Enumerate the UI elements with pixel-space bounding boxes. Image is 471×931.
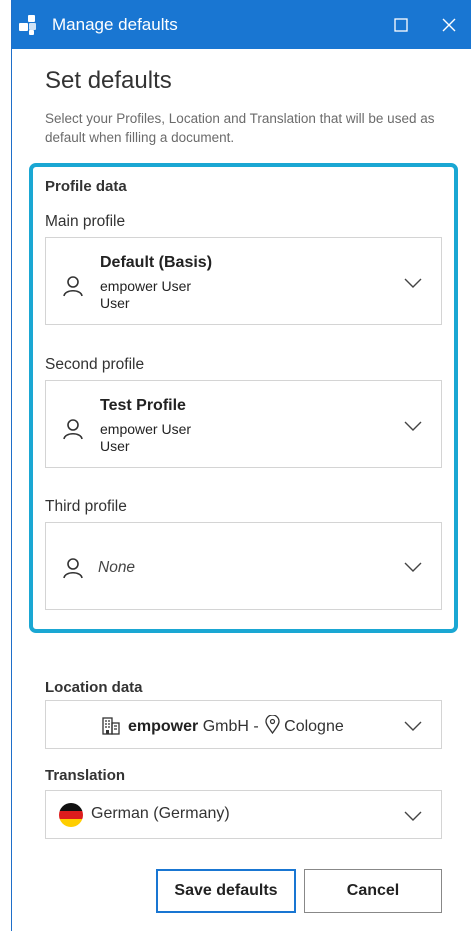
save-defaults-button[interactable]: Save defaults	[156, 869, 296, 913]
title-bar: Manage defaults	[12, 0, 471, 49]
second-profile-name: Test Profile	[100, 397, 186, 414]
second-profile-label: Second profile	[45, 356, 145, 373]
second-profile-select[interactable]: Test Profile empower User User	[45, 380, 442, 468]
main-profile-label: Main profile	[45, 213, 126, 230]
translation-value: German (Germany)	[91, 805, 230, 822]
translation-select[interactable]: German (Germany)	[45, 790, 442, 839]
main-profile-select[interactable]: Default (Basis) empower User User	[45, 237, 442, 325]
close-button[interactable]	[426, 0, 471, 49]
second-profile-line1: empower User	[100, 421, 192, 437]
page-title: Set defaults	[45, 67, 172, 94]
person-icon	[63, 419, 83, 440]
third-profile-select[interactable]: None	[45, 522, 442, 610]
person-icon	[63, 558, 83, 579]
profile-data-title: Profile data	[45, 178, 127, 195]
intro-text: Select your Profiles, Location and Trans…	[45, 111, 435, 145]
german-flag-icon	[59, 803, 83, 827]
chevron-down-icon	[404, 421, 422, 431]
cancel-button[interactable]: Cancel	[304, 869, 442, 913]
building-icon	[102, 717, 120, 735]
main-profile-line2: User	[100, 295, 130, 311]
app-icon	[19, 15, 36, 35]
chevron-down-icon	[404, 278, 422, 288]
chevron-down-icon	[404, 721, 422, 731]
company-name-rest: GmbH -	[198, 718, 264, 735]
maximize-icon	[394, 17, 408, 32]
chevron-down-icon	[404, 811, 422, 821]
location-select[interactable]: empower GmbH - Cologne	[45, 700, 442, 749]
manage-defaults-dialog: Manage defaults Set defaults Select your…	[11, 0, 471, 931]
chevron-down-icon	[404, 562, 422, 572]
location-city: Cologne	[284, 718, 344, 735]
third-profile-label: Third profile	[45, 498, 127, 515]
location-pin-icon	[265, 714, 280, 735]
main-profile-line1: empower User	[100, 278, 192, 294]
second-profile-line2: User	[100, 438, 130, 454]
location-value: empower GmbH - Cologne	[128, 714, 344, 736]
close-icon	[442, 18, 456, 31]
company-name-bold: empower	[128, 718, 199, 735]
main-profile-name: Default (Basis)	[100, 254, 213, 271]
maximize-button[interactable]	[378, 0, 424, 49]
translation-title: Translation	[45, 767, 126, 784]
location-data-title: Location data	[45, 679, 143, 696]
person-icon	[63, 276, 83, 297]
third-profile-value: None	[98, 559, 136, 576]
window-title: Manage defaults	[52, 15, 178, 34]
